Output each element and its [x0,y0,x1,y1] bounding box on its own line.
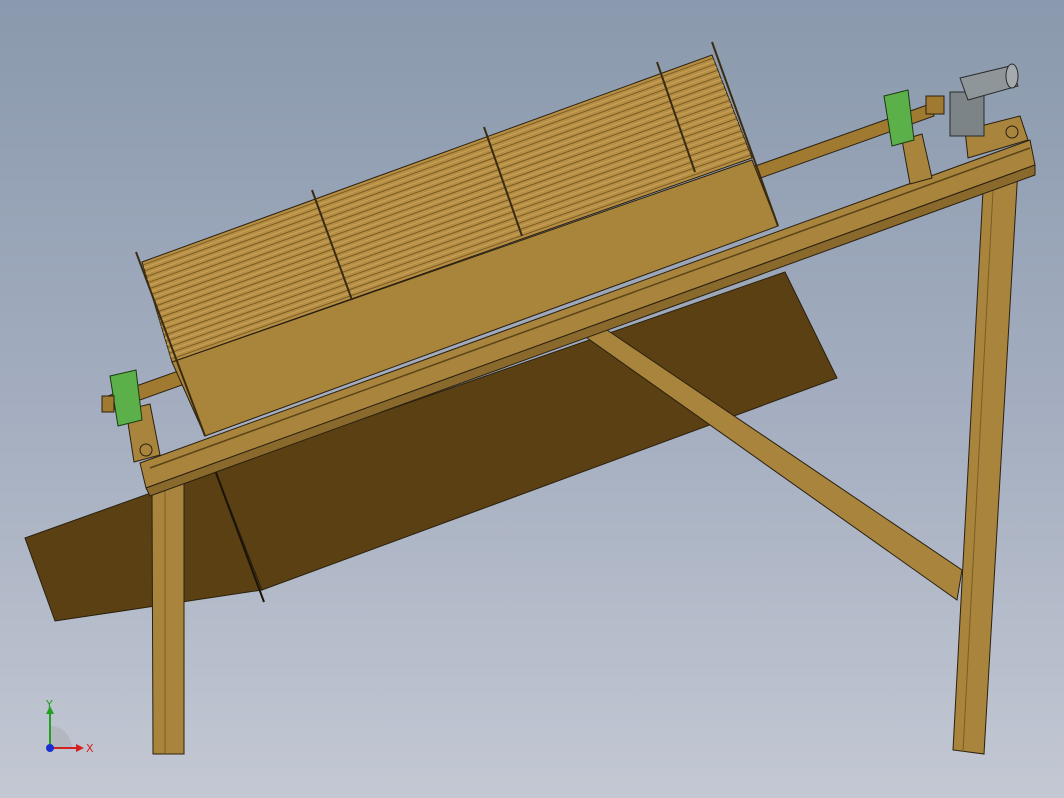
triad-z-axis [46,744,54,752]
drum-screen-model[interactable] [0,0,1064,798]
right-bearing-housing [883,89,915,147]
motor-end-cap [1005,63,1019,89]
cad-viewport[interactable]: Y X [0,0,1064,798]
right-leg [952,167,1019,755]
triad-plane [50,726,72,748]
left-bearing-collar [101,395,115,413]
left-bearing-pin [139,443,153,457]
left-bearing-housing [109,369,143,427]
triad-x-arrow [76,744,84,752]
right-coupling [925,95,945,115]
triad-x-label: X [86,742,94,755]
motor-mount-pin [1005,125,1019,139]
left-leg [151,479,185,755]
orientation-triad: Y X [45,698,94,755]
triad-y-label: Y [45,698,53,711]
